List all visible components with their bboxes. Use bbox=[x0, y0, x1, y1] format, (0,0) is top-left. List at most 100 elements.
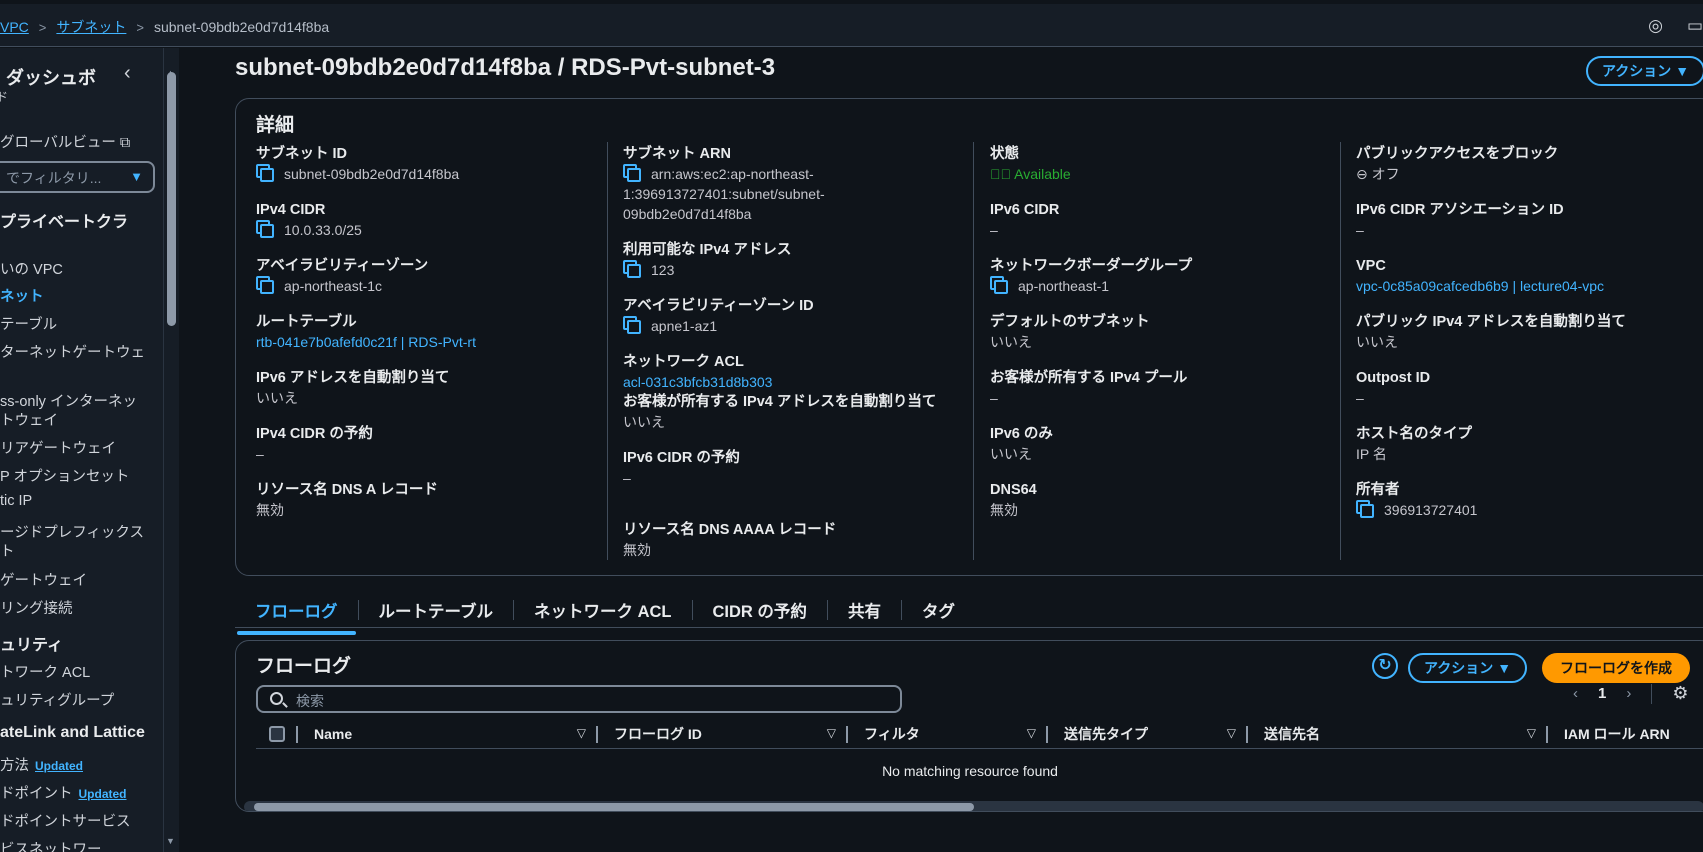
sort-icon: ▽ bbox=[1026, 725, 1036, 740]
sidebar-item-getting-started[interactable]: 方法 Updated bbox=[0, 754, 83, 775]
horizontal-scroll-thumb[interactable] bbox=[254, 803, 974, 811]
page-number[interactable]: 1 bbox=[1598, 685, 1606, 702]
sidebar-item-igw[interactable]: ターネットゲートウェ bbox=[0, 341, 145, 362]
select-all-checkbox[interactable] bbox=[269, 725, 285, 742]
ipv4-cidr-value: 10.0.33.0/25 bbox=[284, 222, 362, 238]
field-block-public-access: パブリックアクセスをブロック ⊖ オフ bbox=[1356, 144, 1696, 184]
field-label: ネットワークボーダーグループ bbox=[990, 258, 1193, 274]
copy-icon[interactable] bbox=[994, 280, 1008, 294]
flow-logs-panel: フローログ ↻ アクション ▼ フローログを作成 検索 ‹ 1 › ⚙ Name… bbox=[235, 640, 1703, 812]
top-bar: VPC > サブネット > subnet-09bdb2e0d7d14f8ba ◎… bbox=[0, 0, 1703, 47]
breadcrumb-current: subnet-09bdb2e0d7d14f8ba bbox=[153, 19, 330, 35]
route-table-link[interactable]: rtb-041e7b0afefd0c21f | RDS-Pvt-rt bbox=[256, 332, 596, 352]
vpc-filter-select[interactable]: でフィルタリ... ▼ bbox=[0, 161, 155, 193]
field-ipv4-cidr: IPv4 CIDR 10.0.33.0/25 bbox=[256, 200, 596, 240]
field-subnet-arn: サブネット ARN arn:aws:ec2:ap-northeast- 1:39… bbox=[623, 144, 963, 224]
field-dns-aaaa: リソース名 DNS AAAA レコード 無効 bbox=[623, 520, 963, 560]
field-label: デフォルトのサブネット bbox=[990, 314, 1150, 330]
search-input[interactable]: 検索 bbox=[256, 685, 902, 713]
breadcrumb-subnets-link[interactable]: サブネット bbox=[56, 17, 126, 37]
sidebar-item-prefix-lists[interactable]: ージドプレフィックス bbox=[0, 521, 144, 542]
field-value: – bbox=[623, 470, 631, 486]
sort-icon: ▽ bbox=[1226, 725, 1236, 740]
sidebar-item-route-tables[interactable]: テーブル bbox=[0, 313, 57, 334]
column-header-filter[interactable]: フィルタ ▽ bbox=[848, 719, 1048, 749]
copy-icon[interactable] bbox=[627, 168, 641, 182]
sidebar-item-prefix-lists-2[interactable]: ト bbox=[0, 540, 15, 561]
refresh-icon[interactable]: ↻ bbox=[1372, 653, 1398, 679]
horizontal-scrollbar[interactable] bbox=[244, 801, 1703, 811]
sidebar-item-subnets[interactable]: ネット bbox=[0, 285, 44, 306]
column-header-flow-log-id[interactable]: フローログ ID ▽ bbox=[598, 719, 848, 749]
copy-icon[interactable] bbox=[260, 168, 274, 182]
sidebar-item-peering[interactable]: リング接続 bbox=[0, 597, 73, 618]
field-label: お客様が所有する IPv4 プール bbox=[990, 370, 1188, 386]
tab-sharing[interactable]: 共有 bbox=[828, 598, 901, 622]
tab-flow-logs[interactable]: フローログ bbox=[235, 598, 358, 635]
field-value: いいえ bbox=[1356, 334, 1398, 350]
field-value: – bbox=[990, 222, 998, 238]
search-icon bbox=[270, 692, 283, 705]
sidebar-item-carrier-gw[interactable]: リアゲートウェイ bbox=[0, 437, 116, 458]
create-flow-log-button[interactable]: フローログを作成 bbox=[1542, 653, 1690, 683]
field-subnet-id: サブネット ID subnet-09bdb2e0d7d14f8ba bbox=[256, 144, 596, 184]
copy-icon[interactable] bbox=[627, 320, 641, 334]
field-label: サブネット ARN bbox=[623, 146, 731, 162]
tab-network-acl[interactable]: ネットワーク ACL bbox=[514, 598, 692, 622]
column-header-destination-type[interactable]: 送信先タイプ ▽ bbox=[1048, 719, 1248, 749]
field-label: ネットワーク ACL bbox=[623, 354, 744, 370]
network-acl-link[interactable]: acl-031c3bfcb31d8b303 bbox=[623, 372, 963, 392]
field-label: IPv4 CIDR bbox=[256, 202, 326, 218]
sidebar-item-vpcs[interactable]: いの VPC bbox=[0, 258, 63, 279]
sidebar-item-eigw[interactable]: ss-only インターネッ bbox=[0, 390, 137, 411]
column-header-name[interactable]: Name ▽ bbox=[298, 719, 598, 749]
copy-icon[interactable] bbox=[627, 264, 641, 278]
vpc-link[interactable]: vpc-0c85a09cafcedb6b9 | lecture04-vpc bbox=[1356, 276, 1696, 296]
copy-icon[interactable] bbox=[1360, 504, 1374, 518]
chevron-left-icon[interactable]: ‹ bbox=[1573, 685, 1578, 702]
az-id-value: apne1-az1 bbox=[651, 318, 718, 334]
collapse-icon[interactable]: ‹ bbox=[124, 62, 131, 85]
gear-icon[interactable]: ⚙ bbox=[1672, 683, 1688, 704]
sidebar-item-endpoints[interactable]: ドポイント Updated bbox=[0, 782, 127, 803]
field-label: IPv6 のみ bbox=[990, 426, 1053, 442]
field-az-id: アベイラビリティーゾーン ID apne1-az1 bbox=[623, 296, 963, 336]
sidebar-item-service-networks[interactable]: ビスネットワー bbox=[0, 838, 102, 852]
page-title: subnet-09bdb2e0d7d14f8ba / RDS-Pvt-subne… bbox=[235, 54, 776, 81]
sidebar-scroll-thumb[interactable] bbox=[167, 72, 176, 326]
select-all-cell bbox=[256, 719, 298, 749]
sidebar-item-eigw-2[interactable]: トウェイ bbox=[0, 409, 58, 430]
screen-icon[interactable]: ▭ bbox=[1687, 16, 1703, 36]
sidebar-item-nacl[interactable]: トワーク ACL bbox=[0, 661, 90, 682]
field-label: IPv6 CIDR の予約 bbox=[623, 450, 740, 466]
breadcrumb-vpc-link[interactable]: VPC bbox=[0, 19, 29, 35]
actions-button[interactable]: アクション ▼ bbox=[1586, 56, 1703, 86]
sidebar-item-dhcp[interactable]: P オプションセット bbox=[0, 465, 129, 486]
flow-logs-actions-button[interactable]: アクション ▼ bbox=[1408, 653, 1528, 683]
copy-icon[interactable] bbox=[260, 224, 274, 238]
tab-route-table[interactable]: ルートテーブル bbox=[359, 598, 514, 622]
tab-tags[interactable]: タグ bbox=[902, 598, 975, 622]
block-public-access-value: オフ bbox=[1371, 166, 1400, 182]
sidebar-title[interactable]: ダッシュボ bbox=[6, 64, 96, 90]
column-header-iam-role[interactable]: IAM ロール ARN bbox=[1548, 719, 1703, 749]
tab-cidr-reservations[interactable]: CIDR の予約 bbox=[693, 598, 827, 622]
sidebar-item-nat-gw[interactable]: ゲートウェイ bbox=[0, 569, 87, 590]
scroll-down-icon[interactable]: ▼ bbox=[166, 836, 175, 846]
global-view-label: グローバルビュー bbox=[0, 135, 116, 151]
field-outpost-id: Outpost ID – bbox=[1356, 368, 1696, 408]
field-label: アベイラビリティーゾーン bbox=[256, 258, 429, 274]
field-ipv6-cidr: IPv6 CIDR – bbox=[990, 200, 1330, 240]
sidebar-item-sg[interactable]: ュリティグループ bbox=[0, 689, 114, 710]
chevron-right-icon[interactable]: › bbox=[1626, 685, 1631, 702]
copy-icon[interactable] bbox=[260, 280, 274, 294]
table-header: Name ▽ フローログ ID ▽ フィルタ ▽ 送信先タイプ ▽ 送信先名 ▽ IAM … bbox=[256, 719, 1703, 749]
column-header-destination-name[interactable]: 送信先名 ▽ bbox=[1248, 719, 1548, 749]
subnet-id-value: subnet-09bdb2e0d7d14f8ba bbox=[284, 166, 460, 182]
settings-hex-icon[interactable]: ◎ bbox=[1648, 16, 1663, 36]
sidebar-item-endpoint-services[interactable]: ドポイントサービス bbox=[0, 810, 131, 831]
sidebar-item-eip[interactable]: tic IP bbox=[0, 493, 32, 509]
field-hostname-type: ホスト名のタイプ IP 名 bbox=[1356, 424, 1696, 464]
sidebar-global-view[interactable]: グローバルビュー ⧉ bbox=[0, 131, 130, 152]
field-value: いいえ bbox=[623, 414, 665, 430]
